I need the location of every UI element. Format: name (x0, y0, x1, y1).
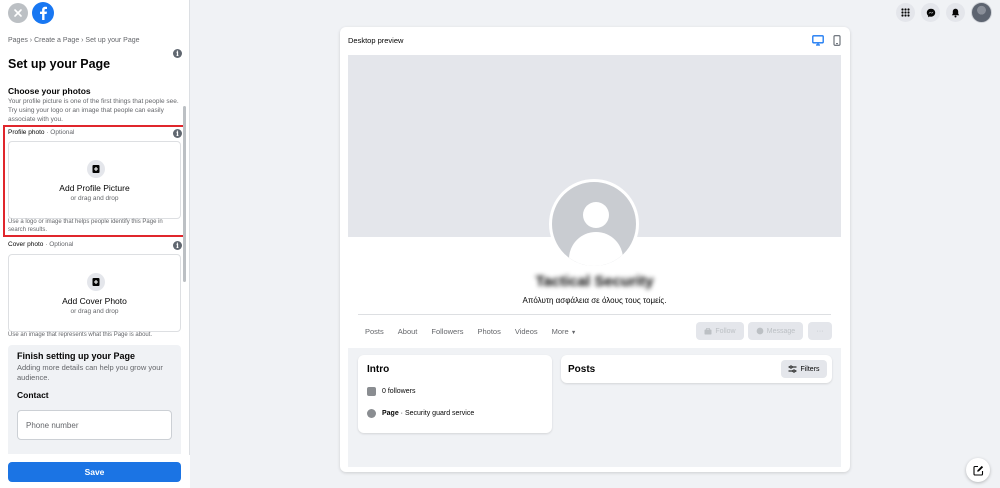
filters-icon (788, 365, 797, 373)
page-type-row: Page · Security guard service (367, 409, 474, 418)
cover-photo-info-icon[interactable]: i (173, 241, 182, 250)
page-type-value: · Security guard service (398, 410, 475, 417)
tab-more[interactable]: More ▼ (545, 327, 584, 336)
tab-photos[interactable]: Photos (470, 327, 507, 336)
preview-card: Desktop preview Tactical Security Απόλυτ… (340, 27, 850, 472)
close-icon (14, 9, 22, 17)
save-button[interactable]: Save (8, 462, 181, 482)
cover-photo-label-text: Cover photo (8, 241, 44, 248)
desktop-icon[interactable] (812, 35, 824, 46)
tab-videos[interactable]: Videos (508, 327, 545, 336)
intro-title: Intro (367, 364, 390, 375)
messenger-button[interactable] (921, 3, 940, 22)
followers-icon (367, 387, 376, 396)
follow-button[interactable]: Follow (696, 322, 744, 340)
sidebar-top-bar (8, 2, 54, 24)
filters-label: Filters (800, 365, 820, 373)
finish-setup-description: Adding more details can help you grow yo… (17, 363, 163, 382)
intro-card: Intro 0 followers Page · Security guard … (358, 355, 552, 433)
cover-photo-label: Cover photo · Optional (8, 241, 73, 248)
finish-setup-title: Finish setting up your Page (17, 351, 136, 361)
tab-posts[interactable]: Posts (358, 327, 391, 336)
followers-count: 0 followers (382, 388, 416, 395)
page-type-text: Page · Security guard service (382, 410, 474, 417)
posts-card: Posts Filters (561, 355, 832, 383)
finish-setup-card: Finish setting up your Page Adding more … (8, 345, 181, 454)
filters-button[interactable]: Filters (781, 360, 827, 378)
compose-icon (972, 465, 983, 476)
message-button[interactable]: Message (748, 322, 803, 340)
sidebar-footer: Save (0, 455, 190, 488)
choose-photos-description: Your profile picture is one of the first… (8, 98, 179, 123)
camera-add-icon (87, 273, 105, 291)
messenger-icon (756, 327, 764, 335)
add-cover-photo-dropzone[interactable]: Add Cover Photo or drag and drop (8, 254, 181, 332)
more-options-label: ··· (816, 327, 824, 335)
followers-row: 0 followers (367, 387, 415, 396)
default-avatar-head (583, 202, 609, 228)
page-preview: Tactical Security Απόλυτη ασφάλεια σε όλ… (348, 55, 841, 467)
chevron-down-icon: ▼ (570, 330, 577, 336)
mobile-icon[interactable] (833, 35, 841, 46)
sidebar-scroll-area: Pages › Create a Page › Set up your Page… (0, 34, 190, 454)
messenger-icon (926, 8, 935, 17)
notifications-button[interactable] (946, 3, 965, 22)
notifications-icon (951, 8, 960, 17)
page-type-label: Page (382, 410, 399, 417)
setup-sidebar: Pages › Create a Page › Set up your Page… (0, 0, 190, 488)
close-button[interactable] (8, 3, 28, 23)
default-avatar-body (569, 232, 623, 266)
highlight-box (3, 125, 186, 237)
header-divider (358, 314, 831, 315)
choose-photos-title: Choose your photos (8, 86, 91, 96)
follow-label: Follow (715, 327, 736, 335)
preview-title: Desktop preview (348, 36, 404, 45)
tab-followers[interactable]: Followers (424, 327, 470, 336)
breadcrumb: Pages › Create a Page › Set up your Page (8, 37, 140, 44)
info-icon (367, 409, 376, 418)
message-label: Message (766, 327, 796, 335)
menu-grid-icon (901, 8, 910, 17)
more-options-button[interactable]: ··· (808, 322, 832, 340)
profile-picture-placeholder (549, 179, 639, 269)
page-name: Tactical Security (535, 273, 654, 290)
follow-icon (704, 327, 712, 334)
add-cover-photo-label: Add Cover Photo (62, 296, 127, 306)
cover-photo-optional: · Optional (43, 241, 74, 248)
contact-label: Contact (17, 390, 49, 400)
sidebar-scrollbar[interactable] (183, 106, 186, 282)
page-subtitle: Απόλυτη ασφάλεια σε όλους τους τομείς. (522, 296, 667, 305)
facebook-logo[interactable] (32, 2, 54, 24)
tab-more-label: More (551, 327, 569, 336)
new-message-button[interactable] (966, 458, 990, 482)
drag-drop-hint: or drag and drop (70, 308, 119, 315)
page-title: Set up your Page (8, 57, 111, 71)
posts-title: Posts (568, 364, 596, 375)
cover-photo-helper: Use an image that represents what this P… (8, 332, 153, 338)
facebook-f-icon (40, 6, 47, 20)
tab-about[interactable]: About (391, 327, 425, 336)
menu-button[interactable] (896, 3, 915, 22)
phone-number-input[interactable] (17, 410, 172, 440)
account-avatar[interactable] (971, 2, 992, 23)
info-icon[interactable]: i (173, 49, 182, 58)
page-tabs: Posts About Followers Photos Videos More… (358, 327, 583, 336)
